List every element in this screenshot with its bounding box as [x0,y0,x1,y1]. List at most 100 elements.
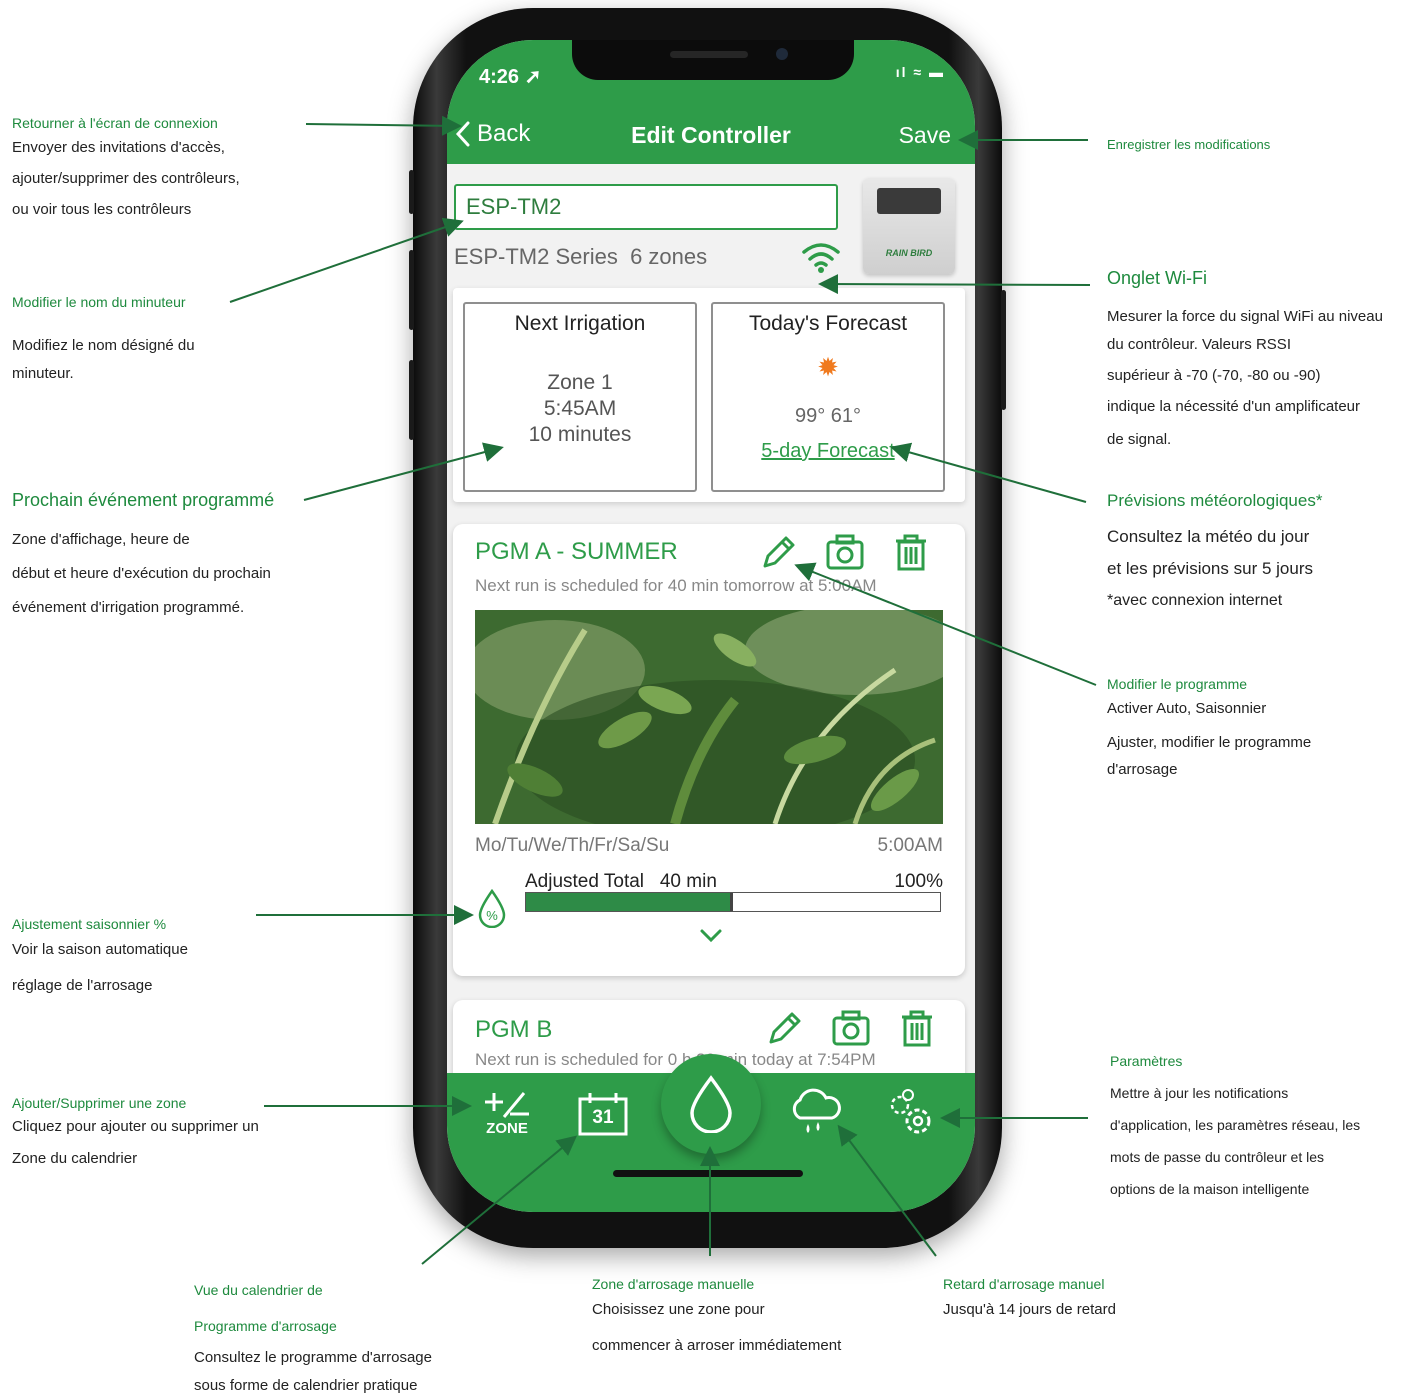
annotation-back-line: ajouter/supprimer des contrôleurs, [12,170,240,187]
edit-pencil-icon[interactable] [759,532,799,572]
page-title: Edit Controller [631,122,791,148]
trash-icon[interactable] [891,532,931,572]
mute-switch [409,170,414,214]
forecast-heading: Today's Forecast [748,312,908,335]
status-time: 4:26 ➚ [479,66,542,88]
annotation-program-line: Activer Auto, Saisonnier [1107,700,1267,717]
annotation-manual: Zone d'arrosage manuelle Choisissez une … [592,1276,841,1364]
app-screen: 4:26 ➚ ıl ≈ ▬ Back Edit Controller Save … [447,40,975,1212]
annotation-weather-line: *avec connexion internet [1107,592,1283,609]
annotation-next-event-line: événement d'irrigation programmé. [12,599,245,616]
annotation-program: Modifier le programme Activer Auto, Sais… [1107,676,1311,780]
save-button[interactable]: Save [899,122,951,149]
annotation-delay-line: Jusqu'à 14 jours de retard [943,1301,1116,1318]
annotation-settings-line: Mettre à jour les notifications [1110,1085,1289,1101]
status-icons: ıl ≈ ▬ [895,64,945,80]
controller-image: RAIN BIRD [863,178,955,274]
annotation-zone-line: Cliquez pour ajouter ou supprimer un [12,1118,259,1135]
adjusted-total-bar [525,892,941,912]
controller-panel [877,188,941,214]
annotation-weather: Prévisions météorologiques* Consultez la… [1107,491,1322,617]
annotation-seasonal: Ajustement saisonnier % Voir la saison a… [12,916,188,1004]
volume-up-button [409,250,414,330]
annotation-manual-title: Zone d'arrosage manuelle [592,1276,755,1292]
forecast-temps: 99° 61° [794,405,862,427]
rain-delay-button[interactable] [785,1087,845,1139]
add-remove-zone-button[interactable]: ZONE [477,1083,537,1143]
annotation-next-event-title: Prochain événement programmé [12,490,275,510]
annotation-weather-line: et les prévisions sur 5 jours [1107,559,1313,578]
annotation-wifi-line: indique la nécessité d'un amplificateur [1107,398,1361,415]
annotation-back-line: ou voir tous les contrôleurs [12,201,192,218]
seasonal-adjust-icon[interactable]: % [475,888,509,928]
camera-icon[interactable] [825,532,865,572]
edit-pencil-icon[interactable] [765,1008,805,1048]
annotation-back-line: Envoyer des invitations d'accès, [12,139,225,156]
next-irrigation-heading: Next Irrigation [514,312,646,335]
camera-icon[interactable] [831,1008,871,1048]
power-button [1001,290,1006,410]
annotation-wifi-title: Onglet Wi-Fi [1107,268,1208,288]
annotation-settings-line: options de la maison intelligente [1110,1181,1310,1197]
calendar-button[interactable]: 31 [575,1089,631,1139]
chevron-down-icon[interactable] [699,928,723,944]
annotation-next-event: Prochain événement programmé Zone d'affi… [12,490,274,625]
next-time: 5:45AM [543,397,617,420]
annotation-manual-line: Choisissez une zone pour [592,1301,765,1318]
trash-icon[interactable] [897,1008,937,1048]
annotation-settings-title: Paramètres [1110,1053,1183,1069]
water-drop-icon [690,1075,732,1133]
annotation-seasonal-line: Voir la saison automatique [12,941,188,958]
volume-down-button [409,360,414,440]
sun-icon: ✹ [817,352,839,382]
annotation-rename-line: Modifiez le nom désigné du [12,337,195,354]
settings-button[interactable] [883,1085,939,1141]
annotation-settings-line: mots de passe du contrôleur et les [1110,1149,1325,1165]
controller-logo: RAIN BIRD [885,248,933,258]
annotation-wifi-line: supérieur à -70 (-70, -80 ou -90) [1107,367,1321,384]
gears-icon [890,1089,931,1134]
plus-minus-icon [485,1091,529,1118]
annotation-next-event-line: Zone d'affichage, heure de [12,531,190,548]
annotation-delay-title: Retard d'arrosage manuel [943,1276,1105,1292]
program-a-title: PGM A - SUMMER [475,538,678,565]
annotation-zone-title: Ajouter/Supprimer une zone [12,1095,187,1111]
cloud-rain-icon [792,1088,841,1133]
manual-watering-button[interactable] [661,1054,761,1154]
annotation-wifi-line: de signal. [1107,431,1172,448]
five-day-forecast-link[interactable]: 5-day Forecast [761,440,894,463]
seasonal-percent: 100% [894,871,943,892]
annotation-weather-title: Prévisions météorologiques* [1107,491,1323,510]
annotation-zone-line: Zone du calendrier [12,1150,138,1167]
annotation-calendar-title: Vue du calendrier de [194,1282,323,1298]
annotation-manual-line: commencer à arroser immédiatement [592,1337,842,1354]
program-card-a: PGM A - SUMMER Next run is scheduled for… [453,524,965,976]
controller-series: ESP-TM2 Series 6 zones [454,244,708,269]
next-irrigation-card[interactable]: Next Irrigation Zone 1 5:45AM 10 minutes [463,302,697,492]
annotation-next-event-line: début et heure d'exécution du prochain [12,565,271,582]
adjusted-total-value: 40 min [659,871,717,892]
annotation-calendar-line: sous forme de calendrier pratique [194,1377,418,1394]
annotation-settings-line: d'application, les paramètres réseau, le… [1110,1117,1361,1133]
zone-label: ZONE [486,1119,528,1137]
annotation-save-title: Enregistrer les modifications [1107,137,1271,152]
annotation-seasonal-line: réglage de l'arrosage [12,977,153,994]
annotation-back: Retourner à l'écran de connexion Envoyer… [12,114,240,225]
annotation-settings: Paramètres Mettre à jour les notificatio… [1110,1053,1360,1205]
adjusted-total-bar-fill [526,893,733,911]
home-indicator [613,1170,803,1177]
svg-text:%: % [486,908,498,923]
annotation-calendar-line: Consultez le programme d'arrosage [194,1349,432,1366]
annotation-seasonal-title: Ajustement saisonnier % [12,916,167,932]
annotation-rename: Modifier le nom du minuteur Modifiez le … [12,294,195,388]
forecast-card[interactable]: Today's Forecast ✹ 99° 61° 5-day Forecas… [711,302,945,492]
program-a-start-time: 5:00AM [877,835,943,856]
front-camera [776,48,788,60]
controller-name-input[interactable] [454,184,838,230]
annotation-rename-title: Modifier le nom du minuteur [12,294,186,310]
annotation-wifi-line: du contrôleur. Valeurs RSSI [1107,336,1291,353]
wifi-icon[interactable] [801,240,841,274]
annotation-zone: Ajouter/Supprimer une zone Cliquez pour … [12,1095,259,1175]
program-a-photo[interactable] [475,610,943,824]
next-zone: Zone 1 [547,371,613,394]
